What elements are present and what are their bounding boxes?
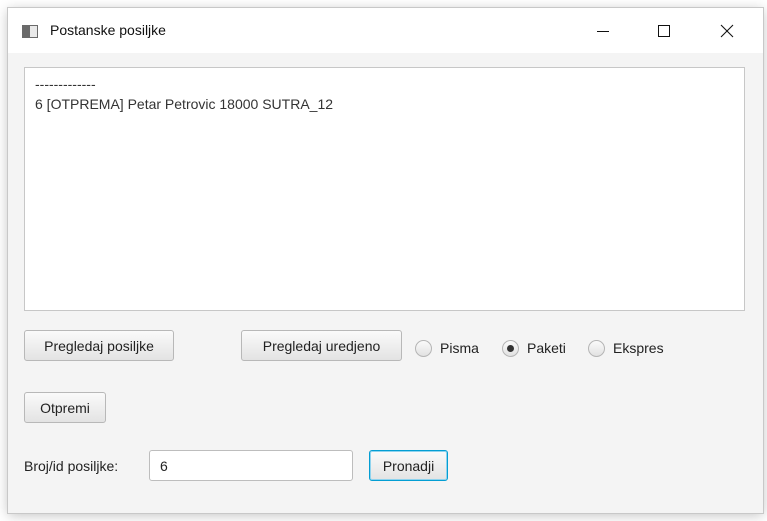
pregledaj-uredjeno-button[interactable]: Pregledaj uredjeno [241,330,402,361]
radio-pisma[interactable]: Pisma [415,338,479,358]
output-text-area[interactable]: ------------- 6 [OTPREMA] Petar Petrovic… [24,67,745,311]
search-input[interactable] [149,450,353,481]
radio-label: Ekspres [613,340,664,356]
maximize-icon [658,24,670,37]
pregledaj-posiljke-button[interactable]: Pregledaj posiljke [24,330,174,361]
minimize-icon [597,30,609,32]
output-line: 6 [OTPREMA] Petar Petrovic 18000 SUTRA_1… [35,96,334,112]
output-line: ------------- [35,76,96,92]
radio-circle[interactable] [502,339,519,357]
maximize-button[interactable] [641,8,687,53]
radio-selected-dot [507,344,514,352]
search-label: Broj/id posiljke: [24,458,119,474]
title-bar[interactable]: Postanske posiljke [8,8,763,53]
radio-circle[interactable] [588,339,605,357]
radio-label: Paketi [527,340,566,356]
otpremi-button[interactable]: Otpremi [24,392,106,423]
window-title: Postanske posiljke [50,22,166,38]
radio-circle[interactable] [415,339,432,357]
pronadji-button[interactable]: Pronadji [369,450,448,481]
minimize-button[interactable] [580,8,626,53]
app-window: Postanske posiljke ------------- 6 [OTPR… [8,8,763,513]
radio-label: Pisma [440,340,479,356]
radio-paketi[interactable]: Paketi [502,338,566,358]
close-button[interactable] [704,8,750,53]
close-icon [720,24,734,37]
radio-ekspres[interactable]: Ekspres [588,338,664,358]
app-window-icon [22,25,38,38]
